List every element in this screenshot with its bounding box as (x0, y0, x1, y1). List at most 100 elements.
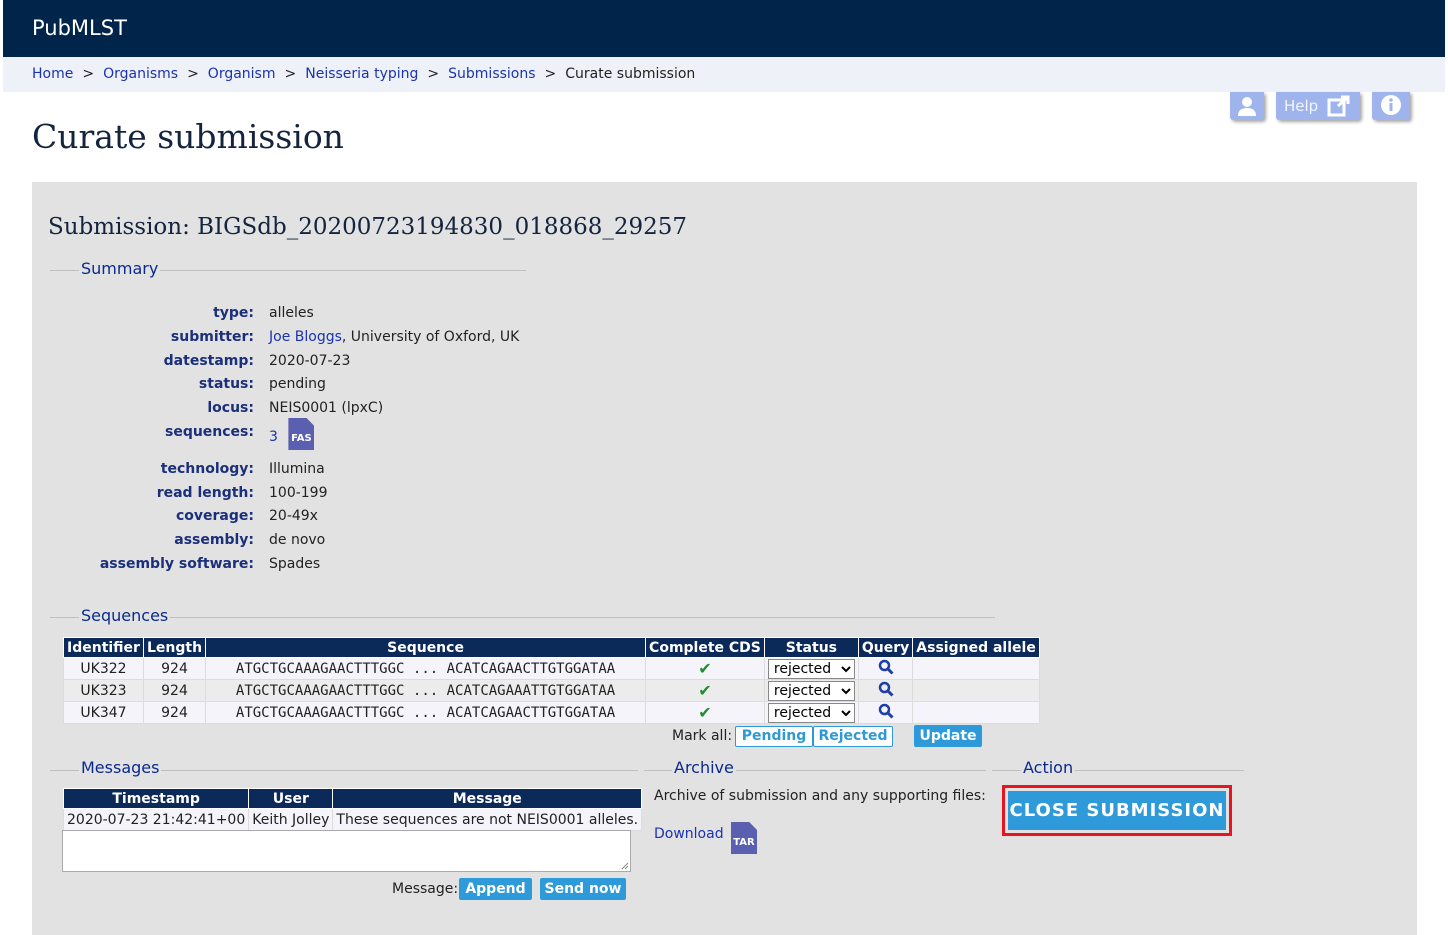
table-header-row: Timestamp User Message (62, 788, 643, 809)
close-submission-button[interactable]: CLOSE SUBMISSION (1008, 791, 1226, 830)
field-label: read length: (156, 485, 254, 501)
length-cell: 924 (142, 657, 207, 680)
message-label: Message: (392, 881, 459, 897)
check-icon: ✔ (698, 659, 712, 678)
status-select[interactable]: pending assigned rejected (767, 658, 855, 679)
archive-legend: Archive (672, 758, 736, 777)
status-select[interactable]: pending assigned rejected (767, 680, 855, 701)
help-button[interactable]: Help (1276, 92, 1360, 120)
breadcrumb-separator: > (82, 66, 95, 82)
field-label: locus: (207, 400, 254, 416)
column-header: Message (332, 788, 643, 809)
archive-description: Archive of submission and any supporting… (654, 788, 986, 804)
sequences-legend: Sequences (79, 606, 171, 625)
sequence-cell: ATGCTGCAAAGAACTTTGGC ... ACATCAGAACTTGTG… (205, 701, 647, 724)
submitter-link[interactable]: Joe Bloggs (269, 329, 342, 345)
search-icon[interactable] (878, 681, 894, 697)
column-header: User (248, 788, 334, 809)
check-icon: ✔ (698, 703, 712, 722)
sequence-cell: ATGCTGCAAAGAACTTTGGC ... ACATCAGAAATTGTG… (205, 679, 647, 702)
top-navbar: PubMLST (3, 0, 1445, 57)
field-value: alleles (269, 305, 314, 321)
page-title: Curate submission (32, 117, 344, 156)
fasta-file-icon[interactable]: FAS (288, 418, 315, 450)
field-value: 20-49x (269, 508, 318, 524)
field-label: assembly software: (99, 556, 254, 572)
search-icon[interactable] (878, 703, 894, 719)
column-header: Timestamp (62, 788, 250, 809)
resize-handle-icon[interactable] (621, 862, 629, 870)
field-datestamp: datestamp: 2020-07-23 (32, 353, 632, 375)
mark-pending-button[interactable]: Pending (735, 726, 813, 747)
complete-cds-cell: ✔ (645, 679, 765, 702)
table-row: UK323 924 ATGCTGCAAAGAACTTTGGC ... ACATC… (63, 679, 1040, 702)
breadcrumb-submissions[interactable]: Submissions (448, 66, 535, 82)
messages-legend: Messages (79, 758, 162, 777)
sequences-count-link[interactable]: 3 (269, 429, 278, 445)
field-value: 100-199 (269, 485, 328, 501)
breadcrumb-organisms[interactable]: Organisms (103, 66, 178, 82)
field-locus: locus: NEIS0001 (lpxC) (32, 400, 632, 422)
field-submitter: submitter: Joe Bloggs, University of Oxf… (32, 329, 632, 351)
complete-cds-cell: ✔ (645, 701, 765, 724)
field-label: coverage: (175, 508, 254, 524)
column-header: Query (857, 637, 914, 658)
send-now-button[interactable]: Send now (540, 878, 626, 900)
fasta-icon-label: FAS (291, 433, 312, 444)
tar-file-icon[interactable]: TAR (731, 822, 757, 854)
status-cell: pending assigned rejected (763, 701, 859, 724)
append-button[interactable]: Append (459, 878, 532, 900)
submission-title: Submission: BIGSdb_20200723194830_018868… (48, 214, 688, 240)
column-header: Length (142, 637, 207, 658)
query-cell (857, 679, 914, 702)
breadcrumb-home[interactable]: Home (32, 66, 73, 82)
status-select[interactable]: pending assigned rejected (767, 702, 855, 723)
field-assembly-software: assembly software: Spades (32, 556, 632, 578)
action-legend: Action (1021, 758, 1076, 777)
mark-all-label: Mark all: (672, 728, 733, 744)
sequences-table: Identifier Length Sequence Complete CDS … (63, 637, 1040, 724)
download-link[interactable]: Download (654, 826, 724, 842)
table-row: UK347 924 ATGCTGCAAAGAACTTTGGC ... ACATC… (63, 701, 1040, 724)
submitter-affiliation: , University of Oxford, UK (341, 329, 520, 345)
breadcrumb-neisseria-typing[interactable]: Neisseria typing (305, 66, 418, 82)
search-icon[interactable] (878, 659, 894, 675)
table-row: 2020-07-23 21:42:41+00 Keith Jolley Thes… (62, 808, 643, 831)
external-link-icon (1327, 95, 1350, 117)
status-cell: pending assigned rejected (763, 679, 859, 702)
field-value: de novo (269, 532, 326, 548)
breadcrumb-separator: > (427, 66, 440, 82)
help-label: Help (1284, 97, 1319, 115)
field-status: status: pending (32, 376, 632, 398)
info-button[interactable] (1372, 92, 1410, 120)
field-read-length: read length: 100-199 (32, 485, 632, 507)
brand-logo[interactable]: PubMLST (32, 16, 127, 40)
complete-cds-cell: ✔ (645, 657, 765, 680)
update-button[interactable]: Update (914, 725, 982, 747)
field-value: 2020-07-23 (269, 353, 351, 369)
field-label: sequences: (164, 424, 254, 440)
length-cell: 924 (142, 701, 207, 724)
close-submission-highlight: CLOSE SUBMISSION (1002, 785, 1232, 836)
assigned-allele-cell (912, 701, 1040, 724)
identifier-cell: UK323 (63, 679, 144, 702)
assigned-allele-cell (912, 679, 1040, 702)
column-header: Complete CDS (645, 637, 765, 658)
summary-legend: Summary (79, 259, 161, 278)
field-assembly: assembly: de novo (32, 532, 632, 554)
field-value: Illumina (269, 461, 325, 477)
field-label: assembly: (174, 532, 254, 548)
query-cell (857, 701, 914, 724)
identifier-cell: UK322 (63, 657, 144, 680)
field-type: type: alleles (32, 305, 632, 327)
breadcrumb-organism[interactable]: Organism (208, 66, 276, 82)
table-header-row: Identifier Length Sequence Complete CDS … (63, 637, 1040, 658)
message-input[interactable] (62, 830, 631, 872)
user-button[interactable] (1230, 92, 1264, 120)
mark-rejected-button[interactable]: Rejected (813, 726, 893, 747)
field-value: NEIS0001 (lpxC) (269, 400, 384, 416)
breadcrumb-separator: > (187, 66, 199, 82)
identifier-cell: UK347 (63, 701, 144, 724)
breadcrumb-separator: > (544, 66, 557, 82)
user-cell: Keith Jolley (248, 808, 334, 831)
